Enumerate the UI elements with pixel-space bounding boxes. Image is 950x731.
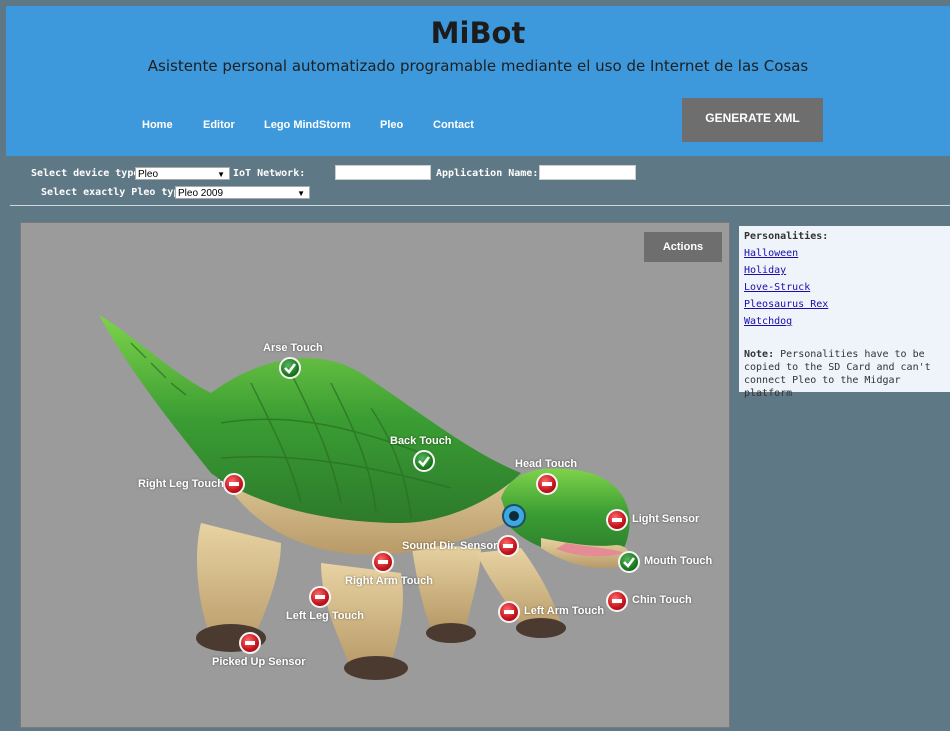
arse-touch-sensor[interactable] bbox=[279, 357, 301, 379]
personalities-title: Personalities: bbox=[744, 231, 829, 242]
right-leg-touch-label: Right Leg Touch bbox=[138, 478, 224, 490]
pleo-type-label: Select exactly Pleo type: bbox=[41, 187, 192, 198]
right-arm-touch-sensor[interactable] bbox=[372, 551, 394, 573]
chin-touch-sensor[interactable] bbox=[606, 590, 628, 612]
divider bbox=[10, 205, 950, 206]
personality-link-holiday[interactable]: Holiday bbox=[744, 265, 786, 276]
note-label: Note: bbox=[744, 349, 775, 360]
picked-up-sensor[interactable] bbox=[239, 632, 261, 654]
dropdown-arrow-icon: ▼ bbox=[297, 189, 305, 198]
minus-icon bbox=[245, 641, 255, 645]
generate-xml-button[interactable]: GENERATE XML bbox=[682, 98, 823, 142]
minus-icon bbox=[229, 482, 239, 486]
right-arm-touch-label: Right Arm Touch bbox=[345, 575, 433, 587]
arse-touch-label: Arse Touch bbox=[263, 342, 323, 354]
right-leg-touch-sensor[interactable] bbox=[223, 473, 245, 495]
nav-home[interactable]: Home bbox=[142, 119, 173, 131]
left-leg-touch-label: Left Leg Touch bbox=[286, 610, 365, 622]
mouth-touch-sensor[interactable] bbox=[618, 551, 640, 573]
head-touch-label: Head Touch bbox=[515, 458, 578, 470]
light-sensor-label: Light Sensor bbox=[632, 513, 700, 525]
head-touch-sensor[interactable] bbox=[536, 473, 558, 495]
chin-touch-label: Chin Touch bbox=[632, 594, 692, 606]
left-frame bbox=[0, 0, 5, 731]
application-name-input[interactable] bbox=[539, 165, 636, 180]
personalities-note: Note: Personalities have to be copied to… bbox=[744, 348, 944, 400]
personality-link-pleosaurus-rex[interactable]: Pleosaurus Rex bbox=[744, 299, 828, 310]
minus-icon bbox=[612, 599, 622, 603]
checkmark-icon bbox=[418, 456, 431, 467]
minus-icon bbox=[378, 560, 388, 564]
nav-lego-mindstorm[interactable]: Lego MindStorm bbox=[264, 119, 351, 131]
pleo-canvas: Actions Arse Touch Back Touch Right Leg … bbox=[20, 222, 730, 728]
site-header: MiBot Asistente personal automatizado pr… bbox=[6, 6, 950, 156]
personality-link-halloween[interactable]: Halloween bbox=[744, 248, 798, 259]
device-type-value: Pleo bbox=[138, 169, 159, 180]
application-name-label: Application Name: bbox=[436, 168, 539, 179]
minus-icon bbox=[315, 595, 325, 599]
personality-link-love-struck[interactable]: Love-Struck bbox=[744, 282, 810, 293]
light-sensor[interactable] bbox=[606, 509, 628, 531]
site-title: MiBot bbox=[430, 16, 526, 50]
site-subtitle: Asistente personal automatizado programa… bbox=[147, 57, 809, 75]
left-leg-touch-sensor[interactable] bbox=[309, 586, 331, 608]
device-type-select[interactable]: Pleo ▼ bbox=[135, 167, 230, 180]
sound-dir-sensor[interactable] bbox=[497, 535, 519, 557]
left-arm-touch-label: Left Arm Touch bbox=[524, 605, 605, 617]
personality-link-watchdog[interactable]: Watchdog bbox=[744, 316, 792, 327]
sound-dir-sensor-label: Sound Dir. Sensor bbox=[402, 540, 498, 552]
checkmark-icon bbox=[623, 557, 636, 568]
nav-pleo[interactable]: Pleo bbox=[380, 119, 403, 131]
pleo-type-select[interactable]: Pleo 2009 ▼ bbox=[175, 186, 310, 199]
nav-contact[interactable]: Contact bbox=[433, 119, 474, 131]
minus-icon bbox=[503, 544, 513, 548]
personalities-panel: Personalities: Halloween Holiday Love-St… bbox=[739, 226, 950, 399]
back-touch-label: Back Touch bbox=[390, 435, 452, 447]
minus-icon bbox=[542, 482, 552, 486]
back-touch-sensor[interactable] bbox=[413, 450, 435, 472]
picked-up-sensor-label: Picked Up Sensor bbox=[212, 656, 306, 668]
iot-network-input[interactable] bbox=[335, 165, 431, 180]
iot-network-label: IoT Network: bbox=[233, 168, 306, 179]
pleo-dinosaur-image bbox=[99, 315, 632, 680]
pleo-type-value: Pleo 2009 bbox=[178, 188, 224, 199]
device-type-label: Select device type: bbox=[31, 168, 146, 179]
checkmark-icon bbox=[284, 363, 297, 374]
dropdown-arrow-icon: ▼ bbox=[217, 170, 225, 179]
left-arm-touch-sensor[interactable] bbox=[498, 601, 520, 623]
minus-icon bbox=[612, 518, 622, 522]
minus-icon bbox=[504, 610, 514, 614]
mouth-touch-label: Mouth Touch bbox=[644, 555, 713, 567]
nav-editor[interactable]: Editor bbox=[203, 119, 235, 131]
